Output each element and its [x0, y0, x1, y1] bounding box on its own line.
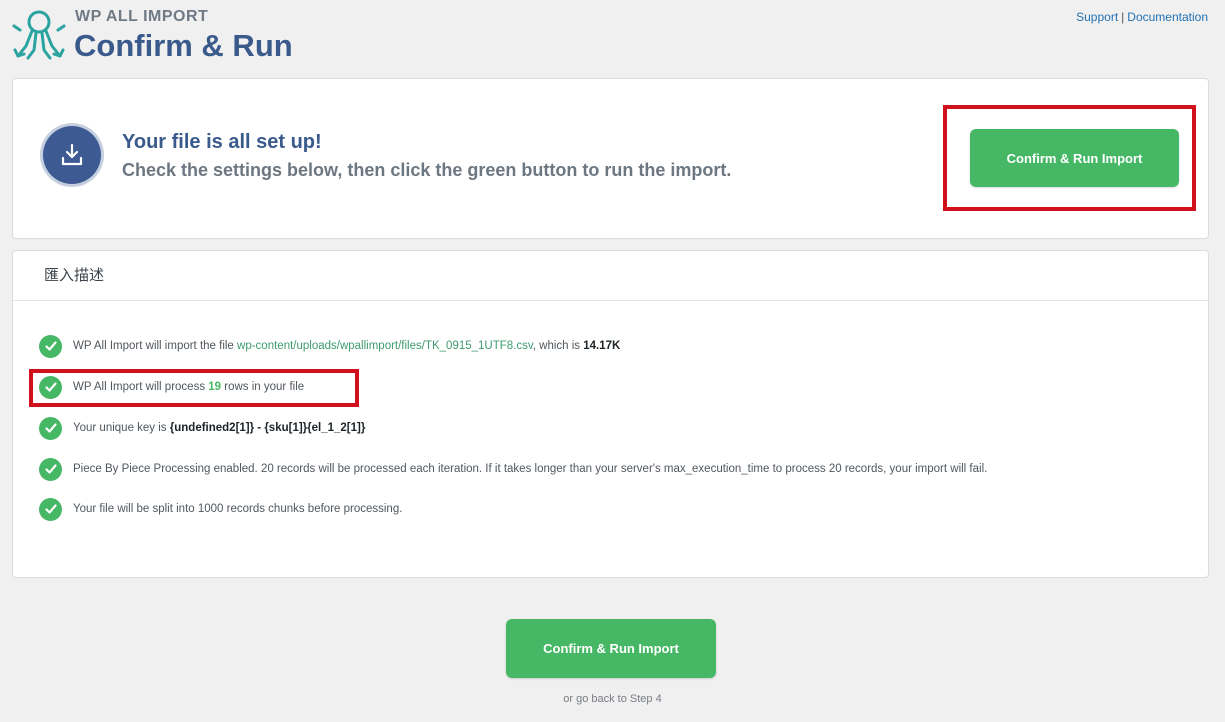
setup-title: Your file is all set up!: [122, 131, 322, 153]
download-icon: [61, 143, 83, 166]
summary-item-piece: Piece By Piece Processing enabled. 20 re…: [39, 457, 987, 481]
summary-item-text: Piece By Piece Processing enabled. 20 re…: [73, 463, 988, 475]
support-link[interactable]: Support: [1076, 10, 1118, 24]
documentation-link[interactable]: Documentation: [1127, 10, 1208, 24]
setup-panel: Your file is all set up! Check the setti…: [12, 78, 1209, 239]
summary-heading: 匯入描述: [13, 251, 1208, 301]
header-links: Support | Documentation: [1076, 10, 1208, 24]
confirm-run-import-button-bottom[interactable]: Confirm & Run Import: [506, 619, 716, 678]
check-icon: [39, 457, 62, 481]
file-size: 14.17K: [583, 340, 621, 352]
unique-key-value: {undefined2[1]} - {sku[1]}{el_1_2[1]}: [169, 422, 366, 434]
check-icon: [39, 416, 62, 440]
summary-item-file: WP All Import will import the file wp-co…: [39, 334, 620, 358]
summary-item-text: Your unique key is {undefined2[1]} - {sk…: [73, 422, 366, 434]
import-summary-panel: 匯入描述 WP All Import will import the file …: [12, 250, 1209, 578]
brand-name: WP ALL IMPORT: [75, 8, 209, 25]
download-circle: [43, 126, 101, 184]
setup-subtitle: Check the settings below, then click the…: [122, 160, 732, 180]
summary-item-key: Your unique key is {undefined2[1]} - {sk…: [39, 416, 365, 440]
page-header: WP ALL IMPORT Confirm & Run Support | Docu…: [0, 0, 1225, 78]
summary-item-split: Your file will be split into 1000 record…: [39, 497, 402, 521]
highlight-box-top: [943, 105, 1196, 211]
check-icon: [39, 497, 62, 521]
summary-item-text: Your file will be split into 1000 record…: [73, 503, 403, 515]
highlight-box-rows: [29, 369, 359, 407]
check-icon: [39, 334, 62, 358]
octopus-logo-icon: [12, 10, 66, 60]
file-path-link[interactable]: wp-content/uploads/wpallimport/files/TK_…: [237, 340, 533, 352]
summary-item-text: WP All Import will import the file wp-co…: [73, 340, 621, 352]
link-separator: |: [1121, 10, 1125, 24]
go-back-link[interactable]: or go back to Step 4: [0, 693, 1225, 705]
page-title: Confirm & Run: [74, 28, 293, 63]
